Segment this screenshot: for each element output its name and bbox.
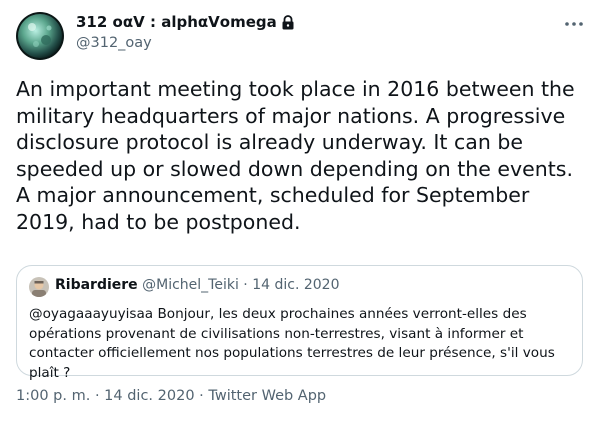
more-options-icon[interactable] <box>562 14 586 34</box>
tweet-card: 312 οαꓦ : alphαꓦomega @312_oay An import… <box>0 0 598 421</box>
quoted-separator: · <box>243 277 248 293</box>
lock-icon <box>281 14 295 30</box>
quoted-header: Ribardiere @Michel_Teiki · 14 dic. 2020 <box>55 277 339 293</box>
meta-separator: · <box>94 388 100 404</box>
quoted-author-handle: @Michel_Teiki <box>142 277 239 293</box>
quoted-text: @oyagaaayuyisaa Bonjour, les deux procha… <box>29 306 555 381</box>
tweet-meta: 1:00 p. m. · 14 dic. 2020 · Twitter Web … <box>16 388 326 404</box>
quoted-date: 14 dic. 2020 <box>252 277 340 293</box>
meta-separator: · <box>199 388 204 404</box>
quoted-author-name: Ribardiere <box>55 277 138 293</box>
quoted-author-avatar <box>29 277 49 297</box>
author-handle[interactable]: @312_oay <box>76 35 152 51</box>
tweet-source[interactable]: Twitter Web App <box>208 388 326 404</box>
author-name-text[interactable]: 312 οαꓦ : alphαꓦomega <box>76 13 277 31</box>
tweet-time[interactable]: 1:00 p. m. <box>16 388 90 404</box>
quoted-tweet[interactable]: Ribardiere @Michel_Teiki · 14 dic. 2020 … <box>16 265 583 381</box>
author-avatar[interactable] <box>16 12 64 60</box>
author-name[interactable]: 312 οαꓦ : alphαꓦomega <box>76 13 295 31</box>
tweet-date[interactable]: 14 dic. 2020 <box>104 388 194 404</box>
tweet-text: An important meeting took place in 2016 … <box>16 77 575 234</box>
